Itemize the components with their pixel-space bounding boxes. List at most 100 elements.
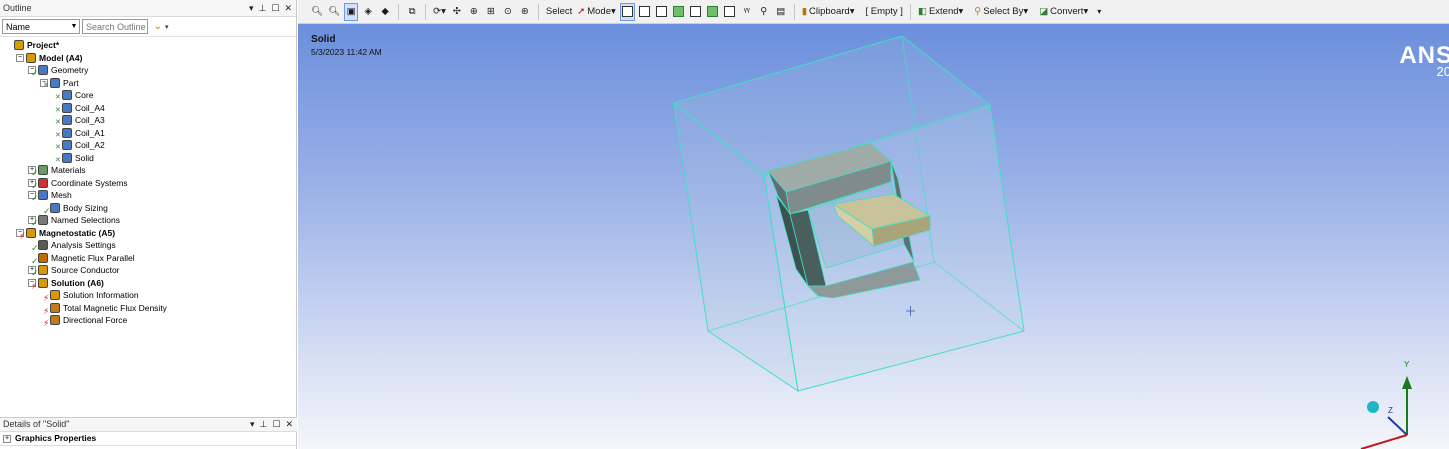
filter-type-select[interactable]: Name ▼ bbox=[2, 19, 80, 34]
tree-node[interactable]: ✕ Coil_A2 bbox=[52, 139, 105, 151]
convert-button[interactable]: ◪ Convert ▾ bbox=[1038, 3, 1089, 21]
tree-node[interactable]: ✕ Coil_A3 bbox=[52, 114, 105, 126]
collapse-icon[interactable]: − bbox=[16, 53, 24, 62]
tree-node[interactable]: − ✓ Mesh bbox=[28, 189, 72, 203]
mode-button[interactable]: ➚ Mode ▾ bbox=[576, 3, 617, 21]
mesh-icon: ✓ bbox=[31, 190, 48, 203]
maximize-icon[interactable]: ☐ bbox=[271, 0, 279, 16]
face-select-icon[interactable] bbox=[655, 3, 669, 21]
dropdown-icon[interactable]: ▾ bbox=[249, 0, 254, 16]
toolbar-overflow-icon[interactable]: ▾ bbox=[1092, 3, 1106, 21]
edge-select-icon[interactable] bbox=[638, 3, 652, 21]
tree-node[interactable]: ✕ Core bbox=[52, 89, 93, 101]
tree-node[interactable]: − ✕ Part bbox=[40, 77, 79, 89]
close-icon[interactable]: ✕ bbox=[284, 0, 292, 16]
graphics-viewport[interactable]: Solid 5/3/2023 11:42 AM ANS 20 Y Z bbox=[298, 24, 1449, 449]
details-row-label: Graphics Properties bbox=[15, 433, 97, 443]
rotate-icon[interactable]: ⟳▾ bbox=[432, 3, 447, 21]
tree-node-label: Project* bbox=[27, 40, 60, 50]
toolbar-separator bbox=[398, 3, 400, 20]
outline-panel: Outline ▾ ⊥ ☐ ✕ Name ▼ ⌄ ▾ Project*− Mode… bbox=[0, 0, 297, 449]
select-by-button[interactable]: ⚲ Select By ▾ bbox=[973, 3, 1029, 21]
tree-node[interactable]: + ✓ Source Conductor bbox=[28, 264, 120, 278]
pin-icon[interactable]: ⊥ bbox=[260, 418, 268, 431]
tree-node[interactable]: ✕ Coil_A4 bbox=[52, 102, 105, 114]
tree-node-label: Coil_A2 bbox=[75, 140, 105, 150]
tree-node-label: Body Sizing bbox=[63, 202, 108, 213]
zoom-in-icon[interactable]: 🔍︎ bbox=[310, 3, 324, 21]
search-outline-input[interactable] bbox=[82, 19, 148, 34]
dropdown-icon[interactable]: ▾ bbox=[250, 418, 255, 431]
settings-icon[interactable]: ▤ bbox=[774, 3, 788, 21]
zoom-out-icon[interactable]: 🔍︎ bbox=[327, 3, 341, 21]
magnify-icon[interactable]: ⊛ bbox=[518, 3, 532, 21]
coordinate-triad[interactable]: Y Z bbox=[1360, 360, 1412, 449]
shaded-view-icon[interactable]: ◈ bbox=[361, 3, 375, 21]
node-select-icon[interactable] bbox=[689, 3, 703, 21]
extend-button[interactable]: ◧ Extend ▾ bbox=[917, 3, 964, 21]
close-icon[interactable]: ✕ bbox=[285, 418, 293, 431]
pan-icon[interactable]: ✣ bbox=[450, 3, 464, 21]
hit-point-icon[interactable]: ᵞᵞ bbox=[740, 3, 754, 21]
toolbar-separator bbox=[425, 3, 427, 20]
tree-node[interactable]: ⚡ Total Magnetic Flux Density bbox=[40, 302, 167, 316]
tree-node[interactable]: − ⚡ Solution (A6) bbox=[28, 277, 104, 291]
tree-node-label: Solution Information bbox=[63, 290, 139, 300]
maximize-icon[interactable]: ☐ bbox=[272, 418, 280, 431]
tree-node[interactable]: − ✓ Geometry bbox=[28, 64, 89, 78]
cursor-icon: ➚ bbox=[577, 6, 586, 17]
zoom-icon[interactable]: ⊕ bbox=[467, 3, 481, 21]
tree-node[interactable]: + ✓ Named Selections bbox=[28, 214, 120, 228]
filter-options-button[interactable]: ⌄ ▾ bbox=[150, 19, 172, 34]
pin-icon[interactable]: ⊥ bbox=[259, 0, 267, 16]
layout-icon[interactable]: ⧉ bbox=[405, 3, 419, 21]
model-icon bbox=[26, 52, 36, 63]
x-status-icon: ✕ bbox=[43, 81, 49, 89]
section-view-icon[interactable]: ◆ bbox=[378, 3, 392, 21]
tree-node[interactable]: − Model (A4) bbox=[16, 52, 82, 64]
tree-node[interactable]: Project* bbox=[4, 39, 59, 51]
coordinate-icon: ✓ bbox=[31, 177, 48, 191]
details-row-graphics-properties[interactable]: + Graphics Properties bbox=[0, 432, 297, 446]
tree-node[interactable]: ✕ Coil_A1 bbox=[52, 127, 105, 139]
tree-node[interactable]: + ✓ Materials bbox=[28, 164, 86, 178]
details-window-controls: ▾ ⊥ ☐ ✕ bbox=[250, 418, 293, 431]
tree-node[interactable]: ✓ Body Sizing bbox=[40, 202, 108, 216]
lightning-icon: ⚡ bbox=[43, 318, 50, 328]
tree-node[interactable]: ✕ Solid bbox=[52, 152, 94, 164]
tree-node-label: Geometry bbox=[51, 65, 89, 75]
extend-icon: ◧ bbox=[917, 6, 927, 17]
tree-node[interactable]: ⚡ Solution Information bbox=[40, 289, 139, 303]
body-icon: ✕ bbox=[55, 140, 72, 151]
tree-node[interactable]: ✓ Analysis Settings bbox=[28, 239, 116, 253]
pin-point-icon: ⚲ bbox=[974, 6, 982, 17]
details-title: Details of "Solid" bbox=[3, 419, 70, 429]
element-select-icon[interactable] bbox=[723, 3, 737, 21]
body-select-icon[interactable] bbox=[672, 3, 686, 21]
tree-node-label: Coordinate Systems bbox=[51, 177, 128, 188]
vertex-select-icon[interactable] bbox=[619, 2, 635, 21]
project-icon bbox=[14, 40, 24, 50]
coordinate-icon[interactable]: ⚲ bbox=[757, 3, 771, 21]
convert-label: Convert bbox=[1050, 6, 1084, 17]
tree-node-label: Coil_A1 bbox=[75, 127, 105, 138]
element-face-select-icon[interactable] bbox=[706, 3, 720, 21]
outline-tree: Project* − Model (A4) − ✓ Geometry − ✕ Part ✕ Core… bbox=[0, 37, 296, 415]
tree-node[interactable]: + ✓ Coordinate Systems bbox=[28, 177, 128, 191]
clipboard-status: [ Empty ] bbox=[865, 6, 903, 17]
box-zoom-icon[interactable]: ⊞ bbox=[484, 3, 498, 21]
tree-node-label: Solution (A6) bbox=[51, 277, 104, 288]
tree-node[interactable]: ⚡ Directional Force bbox=[40, 314, 128, 328]
solid-view-icon[interactable]: ▣ bbox=[344, 2, 359, 21]
tree-node[interactable]: ✓ Magnetic Flux Parallel bbox=[28, 252, 135, 266]
select-label: Select bbox=[545, 6, 573, 17]
tree-node-label: Materials bbox=[51, 165, 86, 175]
zoom-fit-icon[interactable]: ⊙ bbox=[501, 3, 515, 21]
clipboard-button[interactable]: ▮ Clipboard ▾ bbox=[801, 3, 856, 21]
tree-node[interactable]: − ⚡ Magnetostatic (A5) bbox=[16, 227, 115, 241]
expand-icon[interactable]: + bbox=[3, 434, 11, 443]
body-icon: ✕ bbox=[55, 152, 72, 164]
tree-node-label: Directional Force bbox=[63, 315, 128, 325]
tree-node-label: Total Magnetic Flux Density bbox=[63, 302, 167, 313]
extend-label: Extend bbox=[928, 6, 959, 17]
